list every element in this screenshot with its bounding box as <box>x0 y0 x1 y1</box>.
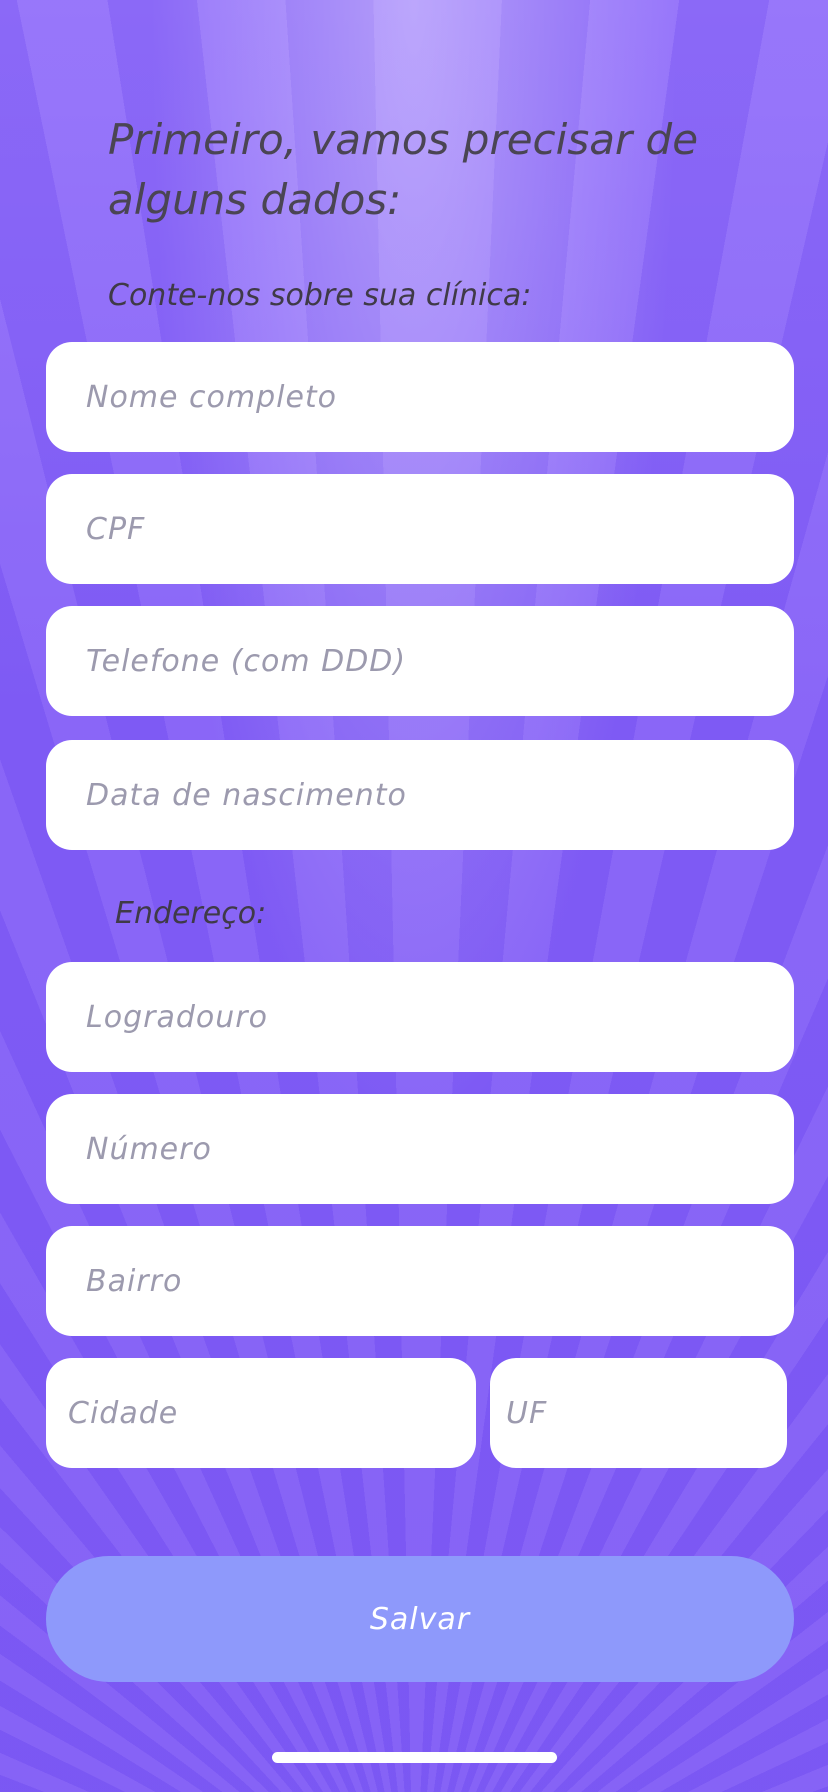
district-input[interactable] <box>46 1226 794 1336</box>
full-name-input[interactable] <box>46 342 794 452</box>
page-title: Primeiro, vamos precisar de alguns dados… <box>108 115 699 224</box>
address-section-label: Endereço: <box>115 896 267 931</box>
birth-date-input[interactable] <box>46 740 794 850</box>
number-input[interactable] <box>46 1094 794 1204</box>
city-input[interactable] <box>46 1358 476 1468</box>
phone-input[interactable] <box>46 606 794 716</box>
cpf-input[interactable] <box>46 474 794 584</box>
save-button[interactable]: Salvar <box>46 1556 794 1682</box>
clinic-section-label: Conte-nos sobre sua clínica: <box>108 278 532 313</box>
state-input[interactable] <box>490 1358 787 1468</box>
street-input[interactable] <box>46 962 794 1072</box>
home-indicator <box>272 1752 557 1763</box>
